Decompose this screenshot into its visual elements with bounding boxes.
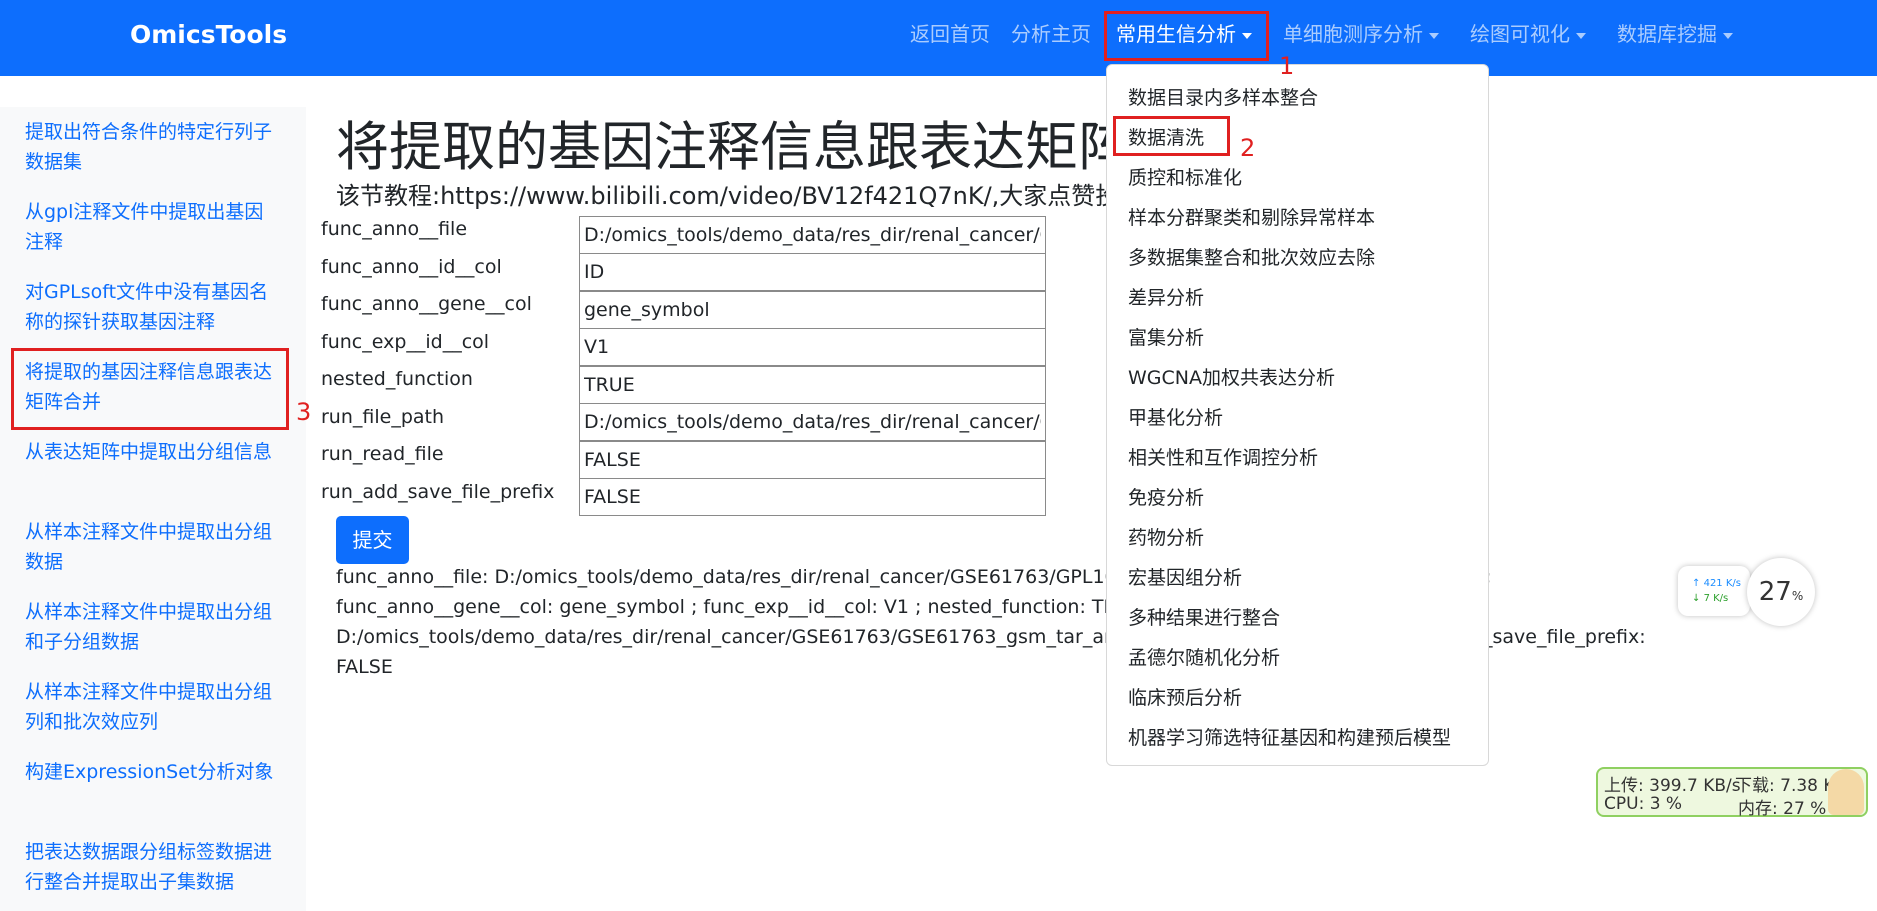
sidebar-item-merge-subset[interactable]: 把表达数据跟分组标签数据进行整合并提取出子集数据 [25, 837, 275, 897]
menu-item-drug[interactable]: 药物分析 [1128, 523, 1204, 550]
page-title: 将提取的基因注释信息跟表达矩阵合并 [336, 117, 1237, 178]
upload-speed: 上传: 399.7 KB/s [1604, 776, 1741, 796]
menu-item-multi-sample-merge[interactable]: 数据目录内多样本整合 [1128, 83, 1318, 110]
menu-item-sample-clustering[interactable]: 样本分群聚类和剔除异常样本 [1128, 203, 1375, 230]
sidebar-item-expressionset[interactable]: 构建ExpressionSet分析对象 [25, 757, 275, 787]
arrow-up-icon: ↑ [1692, 578, 1701, 589]
label-run-file-path: run_file_path [321, 406, 445, 428]
top-navbar: OmicsTools 返回首页 分析主页 常用生信分析 单细胞测序分析 绘图可视… [0, 0, 1877, 76]
speed-mini-widget[interactable]: ↑ 421 K/s ↓ 7 K/s [1678, 566, 1750, 616]
menu-item-qc-normalization[interactable]: 质控和标准化 [1128, 163, 1242, 190]
annotation-number-3: 3 [296, 398, 312, 426]
menu-item-methylation[interactable]: 甲基化分析 [1128, 403, 1223, 430]
download-speed-mini-value: 7 K/s [1703, 593, 1729, 604]
sidebar-item-sample-subgroups[interactable]: 从样本注释文件中提取出分组和子分组数据 [25, 597, 275, 657]
cpu-usage: CPU: 3 % [1604, 794, 1683, 814]
menu-item-enrichment[interactable]: 富集分析 [1128, 323, 1204, 350]
menu-item-correlation[interactable]: 相关性和互作调控分析 [1128, 443, 1318, 470]
chevron-down-icon [1429, 32, 1439, 39]
result-text-line: FALSE [336, 656, 393, 678]
menu-item-mendelian[interactable]: 孟德尔随机化分析 [1128, 643, 1280, 670]
menu-item-machine-learning[interactable]: 机器学习筛选特征基因和构建预后模型 [1128, 723, 1451, 750]
annotation-number-2: 2 [1240, 134, 1256, 162]
func-anno-file-input[interactable] [579, 216, 1046, 254]
nav-database-mining[interactable]: 数据库挖掘 [1617, 18, 1733, 47]
func-anno-gene-col-input[interactable] [579, 291, 1046, 329]
arrow-down-icon: ↓ [1692, 593, 1701, 604]
sidebar-item-gpl-annotation[interactable]: 从gpl注释文件中提取出基因注释 [25, 197, 275, 257]
annotation-number-1: 1 [1279, 52, 1295, 80]
mascot-icon [1828, 769, 1864, 815]
sidebar-item-gplsoft-probe[interactable]: 对GPLsoft文件中没有基因名称的探针获取基因注释 [25, 277, 275, 337]
nav-single-cell-label: 单细胞测序分析 [1283, 22, 1423, 46]
upload-speed-mini: ↑ 421 K/s [1692, 576, 1750, 591]
run-file-path-input[interactable] [579, 403, 1046, 441]
upload-speed-mini-value: 421 K/s [1703, 578, 1741, 589]
nav-visualization[interactable]: 绘图可视化 [1470, 18, 1586, 47]
func-anno-id-col-input[interactable] [579, 253, 1046, 291]
menu-item-immune[interactable]: 免疫分析 [1128, 483, 1204, 510]
cpu-gauge-value: 27 [1758, 577, 1792, 607]
nav-database-mining-label: 数据库挖掘 [1617, 22, 1717, 46]
menu-item-wgcna[interactable]: WGCNA加权共表达分析 [1128, 363, 1335, 390]
menu-item-batch-effect[interactable]: 多数据集整合和批次效应去除 [1128, 243, 1375, 270]
menu-item-prognosis[interactable]: 临床预后分析 [1128, 683, 1242, 710]
menu-item-differential[interactable]: 差异分析 [1128, 283, 1204, 310]
annotation-box-3 [11, 348, 289, 430]
cpu-gauge[interactable]: 27% [1747, 558, 1815, 626]
nested-function-input[interactable] [579, 366, 1046, 404]
menu-item-results-merge[interactable]: 多种结果进行整合 [1128, 603, 1280, 630]
chevron-down-icon [1723, 32, 1733, 39]
submit-button[interactable]: 提交 [336, 516, 409, 564]
nav-single-cell[interactable]: 单细胞测序分析 [1283, 18, 1439, 47]
menu-item-metagenome[interactable]: 宏基因组分析 [1128, 563, 1242, 590]
cpu-gauge-unit: % [1791, 589, 1804, 603]
sidebar-item-extract-subset[interactable]: 提取出符合条件的特定行列子数据集 [25, 117, 275, 177]
label-func-exp-id-col: func_exp__id__col [321, 331, 490, 353]
label-run-read-file: run_read_file [321, 443, 444, 465]
label-func-anno-id-col: func_anno__id__col [321, 256, 502, 278]
sidebar: 提取出符合条件的特定行列子数据集 从gpl注释文件中提取出基因注释 对GPLso… [0, 107, 306, 911]
memory-usage: 内存: 27 % [1738, 799, 1827, 819]
nav-home[interactable]: 返回首页 [910, 18, 990, 47]
sidebar-item-extract-groups[interactable]: 从表达矩阵中提取出分组信息 [25, 437, 275, 467]
label-nested-function: nested_function [321, 368, 473, 390]
run-add-save-file-prefix-input[interactable] [579, 478, 1046, 516]
brand-logo[interactable]: OmicsTools [130, 20, 287, 49]
nav-analysis-home[interactable]: 分析主页 [1011, 18, 1091, 47]
annotation-box-2 [1113, 116, 1230, 156]
download-speed-mini: ↓ 7 K/s [1692, 591, 1750, 606]
annotation-box-1 [1104, 11, 1269, 61]
label-func-anno-gene-col: func_anno__gene__col [321, 293, 532, 315]
run-read-file-input[interactable] [579, 441, 1046, 479]
nav-visualization-label: 绘图可视化 [1470, 22, 1570, 46]
network-monitor-widget[interactable]: 上传: 399.7 KB/s 下载: 7.38 KB/s CPU: 3 % 内存… [1596, 767, 1868, 819]
label-run-add-save-file-prefix: run_add_save_file_prefix [321, 481, 555, 503]
common-bioinfo-dropdown: 数据目录内多样本整合 数据清洗 质控和标准化 样本分群聚类和剔除异常样本 多数据… [1106, 64, 1489, 766]
sidebar-item-sample-groups[interactable]: 从样本注释文件中提取出分组数据 [25, 517, 275, 577]
sidebar-item-batch-columns[interactable]: 从样本注释文件中提取出分组列和批次效应列 [25, 677, 275, 737]
chevron-down-icon [1576, 32, 1586, 39]
label-func-anno-file: func_anno__file [321, 218, 468, 240]
func-exp-id-col-input[interactable] [579, 328, 1046, 366]
